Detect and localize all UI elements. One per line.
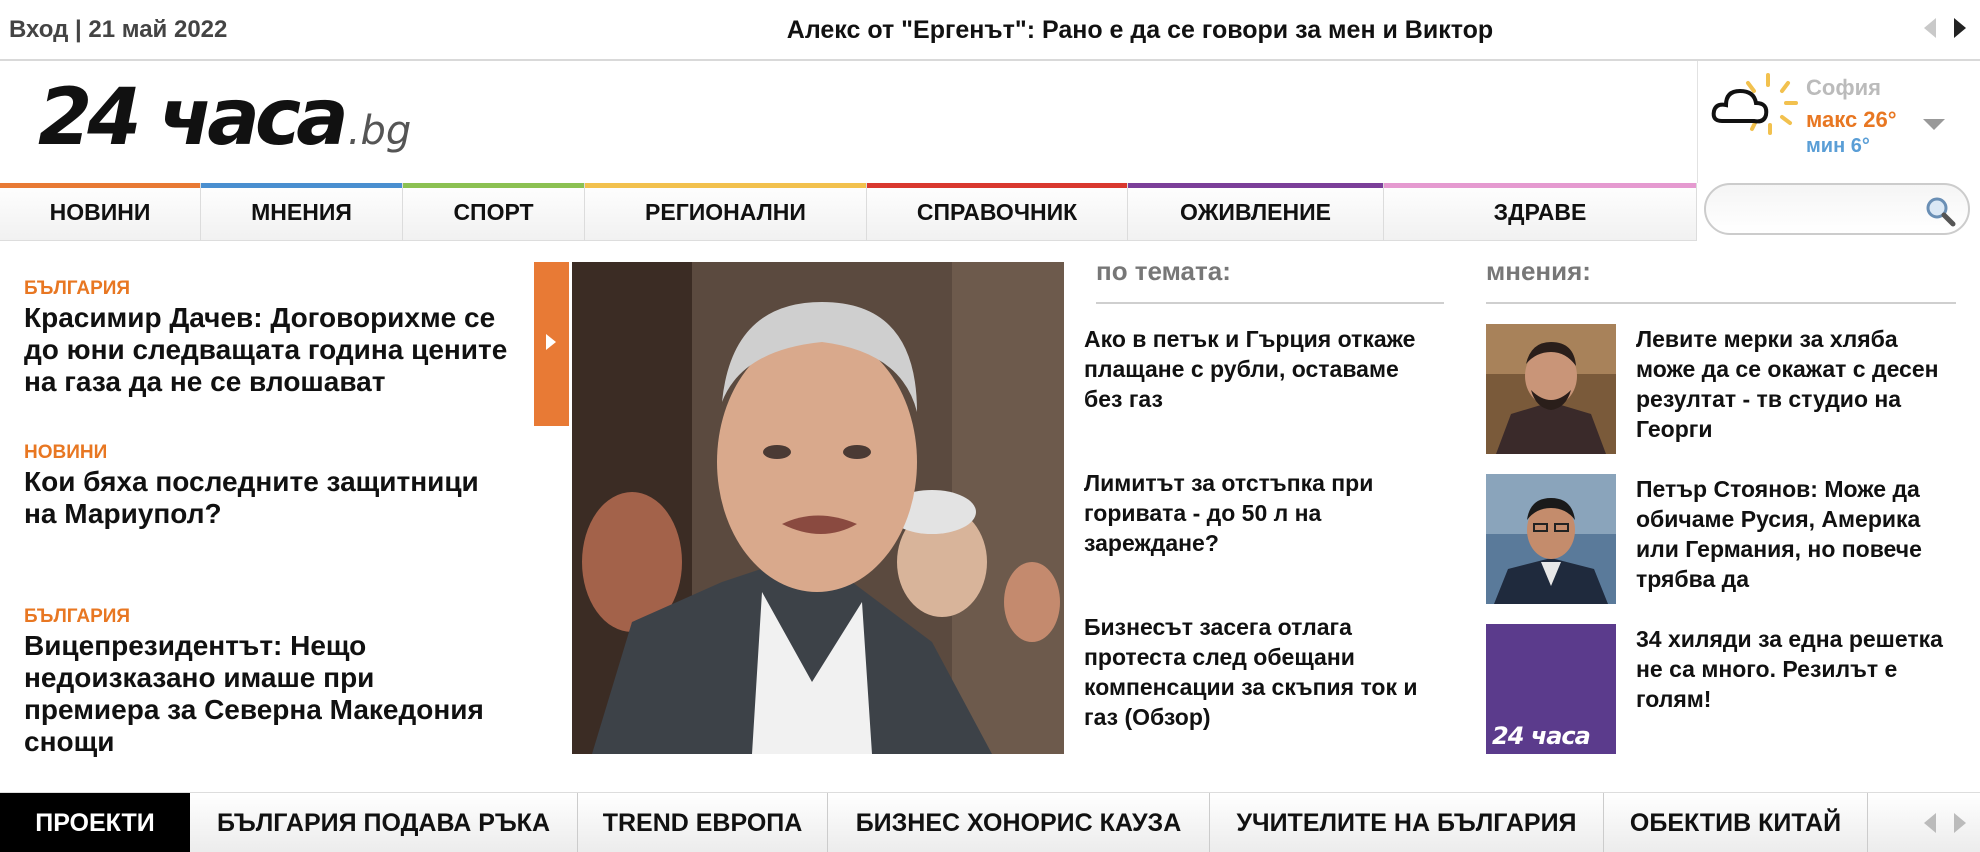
ticker-prev-icon[interactable] (1924, 18, 1936, 38)
projects-label: ПРОЕКТИ (0, 793, 190, 852)
on-topic-heading: по темата: (1096, 256, 1231, 286)
weather-min: мин 6° (1806, 135, 1870, 157)
story-title[interactable]: Вицепрезидентът: Нещо недоизказано имаше… (24, 630, 514, 758)
nav-item-revival[interactable]: ОЖИВЛЕНИЕ (1128, 183, 1384, 241)
story-category[interactable]: НОВИНИ (24, 442, 514, 464)
main-nav: НОВИНИ МНЕНИЯ СПОРТ РЕГИОНАЛНИ СПРАВОЧНИ… (0, 183, 1697, 241)
on-topic-item[interactable]: Бизнесът засега отлага протеста след обе… (1084, 612, 1424, 732)
nav-bar-regional (585, 183, 866, 188)
weather-city: София (1806, 75, 1881, 100)
search-icon[interactable] (1924, 195, 1956, 227)
weather-max: макс 26° (1806, 107, 1897, 132)
nav-label: ОЖИВЛЕНИЕ (1180, 198, 1331, 225)
project-item[interactable]: ОБЕКТИВ КИТАЙ (1604, 793, 1868, 852)
on-topic-divider (1096, 302, 1444, 304)
nav-label: СПРАВОЧНИК (916, 198, 1078, 225)
weather-widget: София макс 26° мин 6° (1697, 61, 1980, 183)
nav-bar-directory (867, 183, 1127, 188)
opinion-thumb[interactable] (1486, 324, 1616, 454)
site-logo[interactable]: 24 часа .bg (38, 79, 411, 157)
on-topic-item[interactable]: Ако в петък и Гърция откаже плащане с ру… (1084, 324, 1424, 414)
opinion-thumb[interactable] (1486, 474, 1616, 604)
opinions-divider (1486, 302, 1956, 304)
nav-item-directory[interactable]: СПРАВОЧНИК (867, 183, 1128, 241)
site-header: 24 часа .bg (0, 61, 1697, 183)
weather-dropdown-icon[interactable] (1923, 119, 1945, 130)
opinion-title[interactable]: Левите мерки за хляба може да се окажат … (1636, 324, 1946, 444)
opinion-thumb[interactable]: 24 часа (1486, 624, 1616, 754)
story-item: БЪЛГАРИЯ Вицепрезидентът: Нещо недоизказ… (24, 606, 514, 758)
nav-bar-opinions (201, 183, 402, 188)
search-box (1704, 183, 1970, 235)
opinion-photo (1486, 324, 1616, 454)
project-item[interactable]: УЧИТЕЛИТЕ НА БЪЛГАРИЯ (1210, 793, 1604, 852)
projects-bar: ПРОЕКТИ БЪЛГАРИЯ ПОДАВА РЪКА TREND ЕВРОП… (0, 792, 1980, 852)
search-input[interactable] (1722, 195, 1922, 223)
play-arrow-icon (546, 334, 556, 350)
logo-tld: .bg (347, 108, 412, 154)
projects-next-icon[interactable] (1954, 813, 1966, 833)
nav-item-regional[interactable]: РЕГИОНАЛНИ (585, 183, 867, 241)
logo-main: 24 часа (38, 73, 349, 163)
story-title[interactable]: Кои бяха последните защитници на Мариупо… (24, 466, 514, 530)
opinion-title[interactable]: 34 хиляди за една решетка не са много. Р… (1636, 624, 1946, 714)
opinion-photo (1486, 474, 1616, 604)
nav-bar-health (1384, 183, 1696, 188)
main-photo-image (572, 262, 1064, 754)
ticker-next-icon[interactable] (1954, 18, 1966, 38)
opinions-heading: мнения: (1486, 256, 1591, 286)
nav-label: РЕГИОНАЛНИ (645, 198, 806, 225)
nav-item-opinions[interactable]: МНЕНИЯ (201, 183, 403, 241)
story-item: НОВИНИ Кои бяха последните защитници на … (24, 442, 514, 530)
nav-bar-sport (403, 183, 584, 188)
projects-arrows (1924, 813, 1966, 833)
nav-bar-revival (1128, 183, 1383, 188)
opinion-title[interactable]: Петър Стоянов: Може да обичаме Русия, Ам… (1636, 474, 1946, 594)
ticker-headline[interactable]: Алекс от "Ергенът": Рано е да се говори … (0, 16, 1980, 45)
nav-label: ЗДРАВЕ (1493, 198, 1587, 225)
slider-toggle[interactable] (534, 262, 569, 426)
partly-sunny-icon (1711, 73, 1798, 135)
nav-label: НОВИНИ (49, 198, 151, 225)
project-item[interactable]: БИЗНЕС ХОНОРИС КАУЗА (828, 793, 1210, 852)
on-topic-item[interactable]: Лимитът за отстъпка при горивата - до 50… (1084, 468, 1424, 558)
nav-bar-news (0, 183, 200, 188)
nav-item-news[interactable]: НОВИНИ (0, 183, 201, 241)
nav-item-health[interactable]: ЗДРАВЕ (1384, 183, 1697, 241)
thumb-logo: 24 часа (1492, 722, 1591, 750)
ticker-arrows (1924, 18, 1966, 38)
project-item[interactable]: БЪЛГАРИЯ ПОДАВА РЪКА (190, 793, 578, 852)
project-item[interactable]: TREND ЕВРОПА (578, 793, 828, 852)
top-bar: Вход | 21 май 2022 Алекс от "Ергенът": Р… (0, 0, 1980, 61)
opinion-item: 24 часа 34 хиляди за една решетка не са … (1486, 624, 1980, 754)
story-category[interactable]: БЪЛГАРИЯ (24, 606, 514, 628)
story-category[interactable]: БЪЛГАРИЯ (24, 278, 514, 300)
main-story-photo[interactable] (572, 262, 1064, 754)
nav-label: МНЕНИЯ (251, 198, 352, 225)
projects-prev-icon[interactable] (1924, 813, 1936, 833)
story-title[interactable]: Красимир Дачев: Договорихме се до юни сл… (24, 302, 514, 398)
opinion-item: Левите мерки за хляба може да се окажат … (1486, 324, 1980, 454)
story-item: БЪЛГАРИЯ Красимир Дачев: Договорихме се … (24, 278, 514, 398)
nav-item-sport[interactable]: СПОРТ (403, 183, 585, 241)
nav-label: СПОРТ (453, 198, 534, 225)
opinion-item: Петър Стоянов: Може да обичаме Русия, Ам… (1486, 474, 1980, 604)
